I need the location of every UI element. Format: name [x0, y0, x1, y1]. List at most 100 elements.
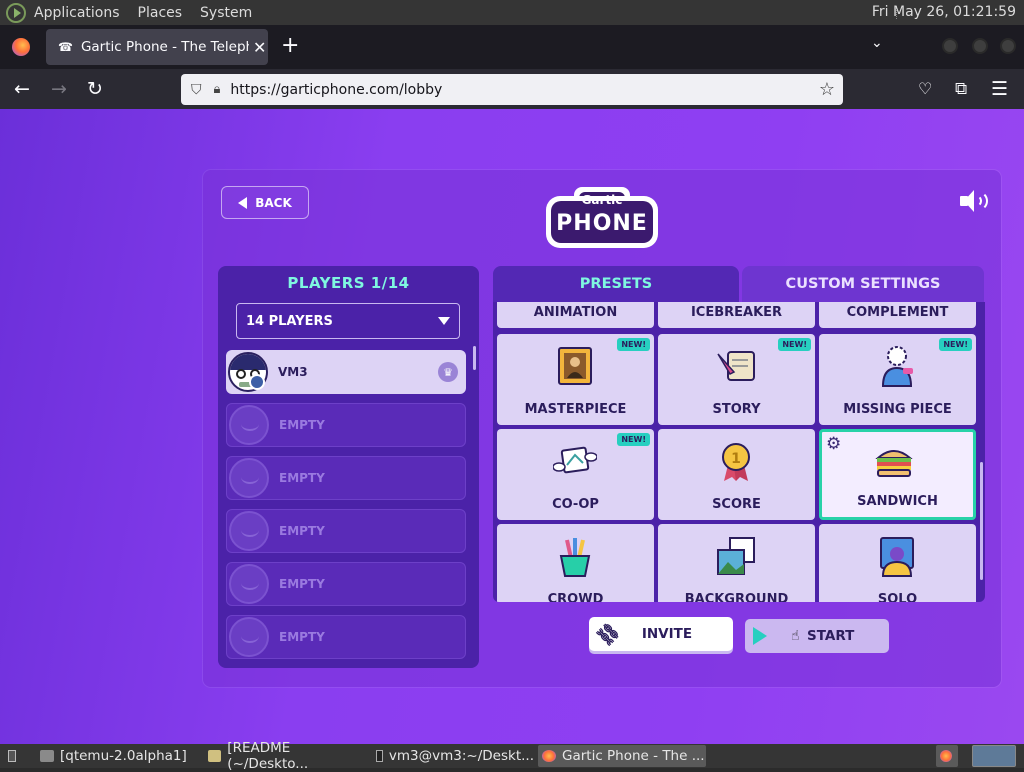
lock-icon[interactable]: 🔒︎: [214, 82, 221, 97]
start-label: START: [807, 628, 855, 644]
invite-button[interactable]: ⛓ INVITE: [589, 617, 733, 651]
preset-card-icebreaker[interactable]: ICEBREAKER: [658, 302, 815, 328]
preset-card-complement[interactable]: COMPLEMENT: [819, 302, 976, 328]
minimize-window-button[interactable]: [942, 38, 958, 54]
players-scrollbar[interactable]: [473, 346, 476, 370]
player-row-empty: EMPTY: [226, 509, 466, 553]
preset-card-score[interactable]: 1 SCORE: [658, 429, 815, 520]
taskbar-item[interactable]: [qtemu-2.0alpha1]: [36, 745, 196, 767]
preset-label: STORY: [712, 402, 761, 417]
system-menu[interactable]: System: [200, 5, 252, 21]
close-window-button[interactable]: [1000, 38, 1016, 54]
player-row-empty: EMPTY: [226, 403, 466, 447]
preset-card-masterpiece[interactable]: NEW! MASTERPIECE: [497, 334, 654, 425]
logo-line1: Gartic: [581, 193, 623, 207]
sandwich-icon: [875, 450, 913, 477]
tab-presets[interactable]: PRESETS: [493, 266, 739, 302]
places-menu[interactable]: Places: [138, 5, 183, 21]
forward-arrow-icon[interactable]: →: [51, 77, 67, 101]
firefox-icon: [940, 750, 952, 762]
folder-icon: [40, 750, 54, 762]
preset-label: ICEBREAKER: [690, 305, 783, 320]
solo-painter-icon: [880, 537, 914, 577]
scroll-quill-icon: [717, 351, 755, 381]
back-arrow-icon[interactable]: ←: [14, 77, 30, 101]
start-button[interactable]: START ☝: [745, 619, 889, 653]
preset-card-sandwich[interactable]: ⚙ SANDWICH: [819, 429, 976, 520]
empty-avatar-icon: [229, 617, 269, 657]
browser-tab[interactable]: ☎ Gartic Phone - The Telephone ✕: [46, 29, 268, 65]
medal-icon: 1: [722, 443, 750, 481]
preset-label: BACKGROUND: [684, 592, 789, 602]
back-button[interactable]: BACK: [221, 186, 309, 219]
chevron-down-icon[interactable]: ⌄: [871, 35, 883, 51]
players-panel: PLAYERS 1/14 14 PLAYERS VM3 ♛ EMPTY EMPT…: [218, 266, 479, 668]
players-count-select[interactable]: 14 PLAYERS: [236, 303, 460, 339]
link-icon: ⛓: [592, 618, 624, 650]
desktop-top-panel: Applications Places System Fri May 26, 0…: [0, 0, 1024, 25]
maximize-window-button[interactable]: [972, 38, 988, 54]
player-row[interactable]: VM3 ♛: [226, 350, 466, 394]
pencil-cup-icon: [559, 538, 591, 577]
shield-icon[interactable]: ⛉: [191, 82, 202, 98]
preset-label: COMPLEMENT: [846, 305, 949, 320]
preset-card-animation[interactable]: ANIMATION: [497, 302, 654, 328]
preset-card-background[interactable]: BACKGROUND: [658, 524, 815, 602]
bookmark-star-icon[interactable]: ☆: [819, 79, 835, 100]
players-header: PLAYERS 1/14: [287, 274, 410, 292]
preset-label: SOLO: [877, 592, 918, 602]
preset-card-missing-piece[interactable]: NEW! MISSING PIECE: [819, 334, 976, 425]
picture-icon: [717, 537, 755, 575]
taskbar-item-active[interactable]: Gartic Phone - The ...: [538, 745, 706, 767]
telephone-icon: ☎: [58, 40, 73, 54]
preset-card-solo[interactable]: SOLO: [819, 524, 976, 602]
terminal-icon: [376, 750, 383, 762]
new-tab-icon[interactable]: +: [281, 33, 299, 59]
preset-label: SCORE: [712, 497, 761, 512]
preset-label: ANIMATION: [533, 305, 618, 320]
desktop-taskbar: [qtemu-2.0alpha1] [README (~/Deskto... v…: [0, 740, 1024, 772]
clock[interactable]: Fri May 26, 01:21:59: [872, 4, 1016, 20]
workspace-switcher[interactable]: [972, 745, 1016, 767]
player-name: EMPTY: [279, 471, 325, 485]
taskbar-item[interactable]: [README (~/Deskto...: [204, 740, 368, 772]
new-badge: NEW!: [939, 338, 972, 351]
taskbar-item-label: [README (~/Deskto...: [227, 740, 309, 772]
invite-label: INVITE: [641, 626, 693, 642]
reload-icon[interactable]: ↻: [87, 77, 103, 101]
preset-card-crowd[interactable]: CROWD: [497, 524, 654, 602]
player-row-empty: EMPTY: [226, 562, 466, 606]
gnome-menu-icon[interactable]: [6, 2, 26, 23]
applications-menu[interactable]: Applications: [34, 5, 120, 21]
taskbar-item-label: Gartic Phone - The ...: [562, 748, 705, 764]
players-count-value: 14 PLAYERS: [246, 313, 333, 329]
player-name: EMPTY: [279, 418, 325, 432]
speaker-icon[interactable]: [960, 190, 990, 214]
text-editor-icon: [208, 750, 222, 762]
desktop-icon: [8, 750, 16, 762]
firefox-tray-button[interactable]: [936, 745, 958, 767]
address-bar[interactable]: ⛉ 🔒︎ https://garticphone.com/lobby ☆: [181, 74, 843, 105]
firefox-icon[interactable]: [12, 38, 30, 56]
pocket-icon[interactable]: ♡: [918, 77, 932, 101]
user-badge-icon: [249, 374, 265, 390]
show-desktop-button[interactable]: [4, 745, 22, 767]
lobby-panel: BACK Gartic PHONE PLAYERS 1/14 14 PLAYER…: [203, 170, 1001, 687]
tab-custom-settings[interactable]: CUSTOM SETTINGS: [742, 266, 984, 302]
svg-text:1: 1: [731, 451, 741, 467]
player-row-empty: EMPTY: [226, 615, 466, 659]
taskbar-item[interactable]: vm3@vm3:~/Deskt...: [372, 745, 534, 767]
url-text[interactable]: https://garticphone.com/lobby: [230, 82, 442, 98]
close-tab-icon[interactable]: ✕: [253, 38, 266, 57]
preset-scrollbar[interactable]: [980, 462, 983, 580]
preset-card-story[interactable]: NEW! STORY: [658, 334, 815, 425]
player-name: EMPTY: [279, 630, 325, 644]
browser-nav-bar: ← → ↻ ⛉ 🔒︎ https://garticphone.com/lobby…: [0, 69, 1024, 109]
taskbar-item-label: vm3@vm3:~/Deskt...: [388, 748, 534, 764]
new-badge: NEW!: [778, 338, 811, 351]
preset-card-co-op[interactable]: NEW! CO-OP: [497, 429, 654, 520]
new-badge: NEW!: [617, 433, 650, 446]
gear-icon[interactable]: ⚙: [826, 434, 841, 454]
hamburger-menu-icon[interactable]: ☰: [991, 77, 1008, 101]
extensions-icon[interactable]: ⧉: [955, 77, 967, 101]
